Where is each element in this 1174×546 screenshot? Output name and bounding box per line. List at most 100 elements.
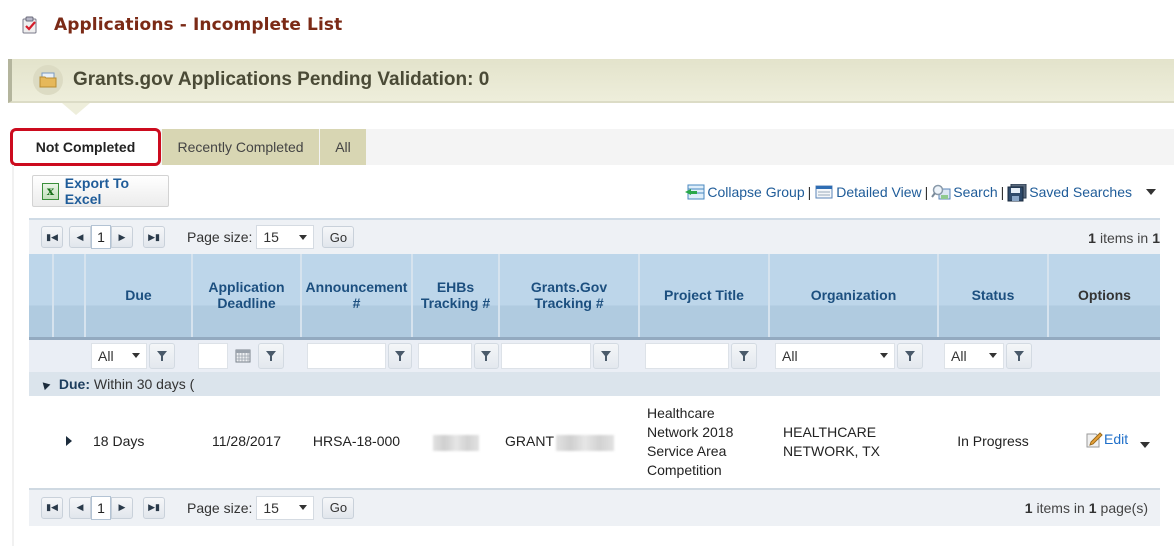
project-filter-button[interactable] [731,342,757,369]
last-page-button[interactable]: ▶▮ [143,496,165,519]
deadline-cell: 11/28/2017 [192,396,301,489]
announcement-filter-button[interactable] [388,342,412,369]
due-filter-button[interactable] [149,342,175,369]
filter-cell-ehbs [412,338,499,372]
deadline-filter-input[interactable] [198,342,228,369]
tab-all[interactable]: All [320,129,366,165]
tab-recently-completed[interactable]: Recently Completed [162,129,319,165]
filter-cell-due: All [85,338,192,372]
page-size-value: 15 [263,229,279,245]
detailed-view-link[interactable]: Detailed View [814,184,922,200]
items-text: items in [1099,230,1149,246]
chevron-down-icon[interactable] [1146,189,1156,195]
col-grantsgov-tracking-header[interactable]: Grants.Gov Tracking # [499,254,640,340]
chevron-down-icon[interactable] [1140,441,1150,448]
pending-validation-banner[interactable]: Grants.gov Applications Pending Validati… [8,59,1174,103]
calendar-icon[interactable] [230,343,256,369]
applications-table: Due Application Deadline Announcement # … [29,254,1160,489]
page-number-button[interactable]: 1 [91,495,111,520]
filter-icon [481,350,492,361]
filter-icon [1014,350,1024,361]
col-ehbs-tracking-header[interactable]: EHBs Tracking # [412,254,500,340]
tab-strip: Not Completed Recently Completed All [10,128,1174,166]
organization-filter-select[interactable]: All [775,342,895,369]
col-announcement-header[interactable]: Announcement # [301,254,413,340]
deadline-filter-button[interactable] [258,342,284,369]
pages-count: 1 [1152,230,1160,246]
banner-pointer [62,103,90,115]
filter-icon [601,350,611,361]
col-organization-header[interactable]: Organization [769,254,939,340]
tab-not-completed[interactable]: Not Completed [10,128,161,166]
detailed-view-label: Detailed View [836,184,922,200]
filter-icon [905,350,915,361]
organization-filter-button[interactable] [897,342,923,369]
group-header-row[interactable]: Due: Within 30 days ( [29,372,1160,396]
prev-page-button[interactable]: ◀ [69,226,91,248]
col-due-header[interactable]: Due [85,254,193,340]
filter-cell-grantsgov [499,338,639,372]
page-size-select[interactable]: 15 [256,495,315,520]
export-label: Export To Excel [64,175,130,207]
grid-toolbar: Collapse Group | Detailed View | Search … [685,181,1162,203]
pager-bottom: ▮◀ ◀ 1 ▶ ▶▮ Page size: 15 Go 1 items in … [29,488,1160,526]
status-filter-value: All [951,347,967,364]
separator: | [924,184,929,200]
edit-link[interactable]: Edit [1085,430,1128,449]
pager-info: 1 items in 1 page(s) [1025,490,1148,526]
collapse-group-icon [685,184,705,200]
page-size-select[interactable]: 15 [256,225,315,249]
page-header: Applications - Incomplete List [22,12,342,38]
filter-cell-deadline [192,338,301,372]
col-deadline-header[interactable]: Application Deadline [192,254,302,340]
filter-cell-announcement [301,338,412,372]
ehbs-tracking-cell [412,396,499,489]
due-filter-value: All [98,347,114,364]
next-page-button[interactable]: ▶ [111,496,133,519]
chevron-down-icon [880,353,888,359]
header-row: Due Application Deadline Announcement # … [29,254,1160,340]
grantsgov-filter-input[interactable] [501,342,591,369]
collapse-group-link[interactable]: Collapse Group [685,184,805,200]
last-page-button[interactable]: ▶▮ [143,226,165,248]
separator: | [1000,184,1005,200]
next-page-button[interactable]: ▶ [111,226,133,248]
ehbs-filter-input[interactable] [418,342,472,369]
go-button[interactable]: Go [322,496,355,519]
items-count: 1 [1024,499,1033,516]
filter-icon [157,350,167,361]
chevron-down-icon [989,353,997,359]
redacted-value [556,434,614,451]
filter-icon [266,350,276,361]
prev-page-button[interactable]: ◀ [69,496,91,519]
status-filter-button[interactable] [1006,342,1032,369]
export-to-excel-button[interactable]: x Export To Excel [32,175,169,207]
organization-link[interactable]: HEALTHCARE NETWORK, TX [769,396,938,489]
filter-cell-empty [1048,338,1160,372]
save-disk-icon [1007,183,1027,202]
ehbs-filter-button[interactable] [473,342,499,369]
search-label: Search [953,184,998,200]
options-cell: Edit [1048,396,1160,489]
saved-searches-link[interactable]: Saved Searches [1007,183,1162,202]
page-size-label: Page size: [187,499,253,516]
pending-validation-text: Grants.gov Applications Pending Validati… [73,69,490,90]
expand-cell [29,396,53,489]
search-link[interactable]: Search [931,184,998,200]
organization-filter-value: All [782,347,798,364]
page-number-button[interactable]: 1 [91,225,111,249]
collapse-triangle-icon[interactable] [39,379,51,391]
edit-label: Edit [1103,431,1129,447]
announcement-filter-input[interactable] [307,342,386,369]
col-project-title-header[interactable]: Project Title [639,254,770,340]
project-filter-input[interactable] [645,342,729,369]
go-button[interactable]: Go [322,226,355,248]
pager-info: 1 items in 1 [1088,220,1160,256]
due-filter-select[interactable]: All [91,342,147,369]
first-page-button[interactable]: ▮◀ [41,226,63,248]
grantsgov-filter-button[interactable] [593,342,619,369]
first-page-button[interactable]: ▮◀ [41,496,63,519]
col-status-header[interactable]: Status [938,254,1049,340]
status-filter-select[interactable]: All [944,342,1004,369]
expand-row-icon[interactable] [66,436,72,447]
